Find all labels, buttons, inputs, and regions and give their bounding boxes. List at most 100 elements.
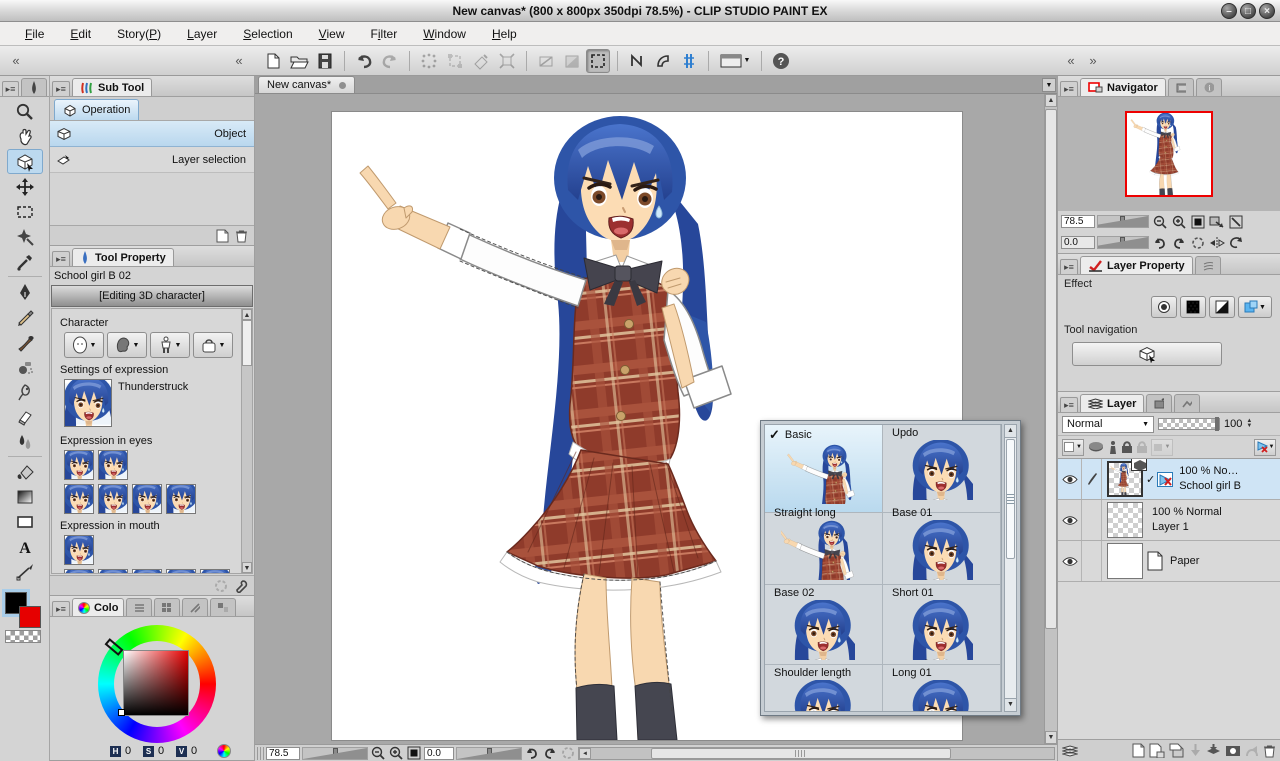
- scroll-up-icon[interactable]: ▲: [1005, 425, 1016, 438]
- menu-help[interactable]: Help: [479, 27, 530, 41]
- animation-tab[interactable]: [1194, 256, 1221, 274]
- collapse-left-panel-icon[interactable]: «: [6, 52, 26, 70]
- eraser-tool[interactable]: [7, 404, 43, 429]
- sub-tool-item[interactable]: Layer selection: [50, 147, 254, 173]
- hairstyle-option[interactable]: Shoulder length: [765, 665, 883, 711]
- color-panel-menu-icon[interactable]: ▸≡: [52, 601, 70, 616]
- nav-100-button[interactable]: [1189, 214, 1206, 230]
- collapse-left-panel2-icon[interactable]: «: [229, 52, 249, 70]
- help-button[interactable]: ?: [769, 49, 793, 73]
- expression-option-thumbnail[interactable]: [64, 450, 94, 480]
- save-button[interactable]: [313, 49, 337, 73]
- layer-property-panel-menu-icon[interactable]: ▸≡: [1060, 259, 1078, 274]
- character-accessory-dropdown[interactable]: ▼: [193, 332, 233, 358]
- layer-edit-cell[interactable]: [1082, 459, 1102, 499]
- menu-view[interactable]: View: [306, 27, 358, 41]
- collapse-right-panel-icon[interactable]: «: [1061, 52, 1081, 70]
- pencil-tool[interactable]: [7, 304, 43, 329]
- layer-row[interactable]: 100 % Normal Layer 1: [1058, 500, 1280, 541]
- snap-to-ruler-button[interactable]: [625, 49, 649, 73]
- fill-tool[interactable]: [7, 459, 43, 484]
- canvas-rotation-value[interactable]: 0.0: [424, 746, 454, 760]
- deselect-button[interactable]: [417, 49, 441, 73]
- navigator-rotation-slider[interactable]: [1097, 236, 1149, 249]
- tool-panel-tab[interactable]: [21, 78, 47, 96]
- sub-tool-item[interactable]: Object: [50, 121, 254, 147]
- layer-thumbnail[interactable]: [1107, 459, 1147, 497]
- nav-reset-display-button[interactable]: [1227, 235, 1244, 251]
- expression-option-thumbnail[interactable]: [64, 535, 94, 565]
- tab-list-dropdown-icon[interactable]: ▼: [1042, 78, 1056, 92]
- minimize-button[interactable]: –: [1221, 3, 1237, 19]
- tool-panel-menu-icon[interactable]: ▸≡: [2, 81, 19, 96]
- navigator-tab[interactable]: Navigator: [1080, 78, 1166, 96]
- navigator-thumbnail[interactable]: [1125, 111, 1213, 197]
- navigator-panel-menu-icon[interactable]: ▸≡: [1060, 81, 1078, 96]
- color-wheel-tab[interactable]: Colo: [72, 598, 125, 616]
- nav-zoom-in-button[interactable]: [1170, 214, 1187, 230]
- brush-tool[interactable]: [7, 329, 43, 354]
- rotate-right-button[interactable]: [542, 746, 558, 761]
- subview-tab[interactable]: [1167, 78, 1194, 96]
- border-effect-button[interactable]: [1151, 296, 1177, 318]
- menu-selection[interactable]: Selection: [230, 27, 305, 41]
- hairstyle-option[interactable]: Straight long: [765, 505, 883, 585]
- color-wheel-area[interactable]: [50, 617, 254, 743]
- statusbar-grip[interactable]: [257, 746, 264, 760]
- menu-layer[interactable]: Layer: [174, 27, 230, 41]
- tool-property-scrollbar[interactable]: ▲ ▼: [241, 309, 252, 573]
- navigator-zoom-slider[interactable]: [1097, 215, 1149, 228]
- expression-option-thumbnail[interactable]: [166, 569, 196, 573]
- maximize-button[interactable]: □: [1240, 3, 1256, 19]
- hairstyle-option[interactable]: ✓ Basic: [765, 425, 883, 513]
- canvas-zoom-value[interactable]: 78.5: [266, 746, 300, 760]
- new-layer-icon[interactable]: [1132, 743, 1145, 758]
- color-history-tab[interactable]: [210, 598, 237, 616]
- expression-option-thumbnail[interactable]: [98, 484, 128, 514]
- reference-layer-icon[interactable]: [1108, 440, 1118, 455]
- layer-visibility-cell[interactable]: [1058, 459, 1082, 499]
- layer-visibility-cell[interactable]: [1058, 500, 1082, 540]
- new-vector-layer-icon[interactable]: [1149, 743, 1165, 758]
- hairstyle-option[interactable]: Base 02: [765, 585, 883, 665]
- new-folder-icon[interactable]: [1169, 743, 1185, 758]
- blend-tool[interactable]: [7, 429, 43, 454]
- undo-button[interactable]: [352, 49, 376, 73]
- sv-marker[interactable]: [118, 709, 125, 716]
- clip-at-layer-icon[interactable]: [1087, 441, 1105, 453]
- zoom-in-button[interactable]: [388, 746, 404, 761]
- new-file-button[interactable]: [261, 49, 285, 73]
- zoom-tool[interactable]: [7, 99, 43, 124]
- auto-select-tool[interactable]: [7, 224, 43, 249]
- expression-option-thumbnail[interactable]: [132, 569, 162, 573]
- close-button[interactable]: ×: [1259, 3, 1275, 19]
- hand-tool[interactable]: [7, 124, 43, 149]
- fill-outside-button[interactable]: [560, 49, 584, 73]
- blend-mode-select[interactable]: Normal ▼: [1062, 415, 1154, 433]
- nav-fit-button[interactable]: [1208, 214, 1225, 230]
- layer-row[interactable]: ✓ 100 % No… School girl B: [1058, 459, 1280, 500]
- delete-layer-icon[interactable]: [1263, 744, 1276, 758]
- expression-option-thumbnail[interactable]: [200, 569, 230, 573]
- information-tab[interactable]: i: [1195, 78, 1222, 96]
- layer-thumbnail[interactable]: [1107, 543, 1143, 579]
- hairstyle-option[interactable]: Short 01: [883, 585, 1001, 665]
- navigator-rotation-value[interactable]: 0.0: [1061, 236, 1095, 249]
- draft-layer-dropdown[interactable]: ▼: [1151, 438, 1173, 456]
- horizontal-scroll-thumb[interactable]: [651, 747, 951, 759]
- nav-rotate-right-button[interactable]: [1170, 235, 1187, 251]
- decoration-tool[interactable]: [7, 379, 43, 404]
- layer-edit-cell[interactable]: [1082, 541, 1102, 581]
- fit-to-screen-button[interactable]: [406, 746, 422, 761]
- pen-tool[interactable]: [7, 279, 43, 304]
- menu-window[interactable]: Window: [410, 27, 479, 41]
- nav-reset-rotation-button[interactable]: [1189, 235, 1206, 251]
- nav-rotate-left-button[interactable]: [1151, 235, 1168, 251]
- airbrush-tool[interactable]: [7, 354, 43, 379]
- canvas-zoom-slider[interactable]: [302, 746, 368, 760]
- layer-row[interactable]: Paper: [1058, 541, 1280, 582]
- layer-edit-cell[interactable]: [1082, 500, 1102, 540]
- wrench-icon[interactable]: [234, 579, 248, 593]
- nav-flip-horizontal-button[interactable]: [1208, 235, 1225, 251]
- expression-option-thumbnail[interactable]: [132, 484, 162, 514]
